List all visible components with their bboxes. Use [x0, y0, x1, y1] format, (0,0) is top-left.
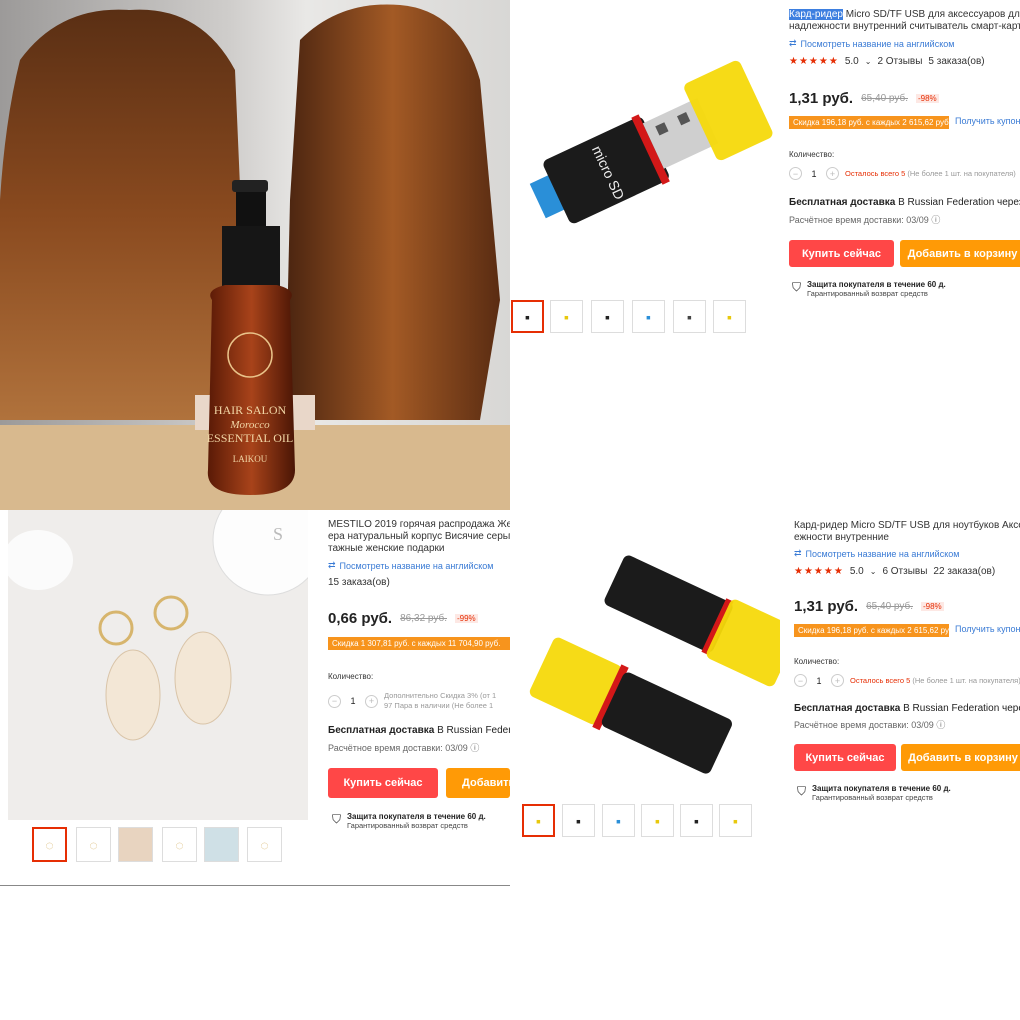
minus-icon: − — [328, 694, 341, 708]
translate-icon: ⇄ — [794, 548, 802, 558]
translate-link[interactable]: ⇄ Посмотреть название на английском — [328, 560, 493, 571]
quantity-label: Количество: — [328, 672, 374, 681]
quantity-stepper[interactable]: −1 + Дополнительно Скидка 3% (от 1 97 Пара… — [328, 691, 496, 711]
shield-icon: ⛉ — [797, 784, 807, 798]
price-row: 1,31 руб. 65,40 руб. -98% — [789, 90, 939, 107]
translate-icon: ⇄ — [789, 38, 797, 48]
product-title: MESTILO 2019 горячая распродажа Женские … — [328, 519, 510, 554]
thumbnail-2[interactable]: ◌ — [76, 827, 111, 862]
product-card-reader-1: micro SD ▪ ▪ ▪ ▪ ▪ ▪ Кард-ридер Micro SD… — [510, 0, 1020, 510]
plus-icon: + — [826, 167, 839, 180]
translate-link[interactable]: ⇄ Посмотреть название на английском — [794, 548, 959, 559]
star-rating-icon: ★★★★★ — [794, 566, 844, 577]
hair-right — [285, 4, 500, 420]
help-icon: ⓘ — [931, 215, 941, 225]
product-main-image — [529, 555, 780, 774]
rating-row: ★★★★★ 5.0 ⌄ 6 Отзывы 22 заказа(ов) — [794, 566, 996, 577]
pump-head — [236, 188, 266, 226]
thumbnail-2[interactable]: ▪ — [550, 300, 583, 333]
orders-count: 15 заказа(ов) — [328, 577, 390, 588]
product-card-reader-2: ▪ ▪ ▪ ▪ ▪ ▪ Кард-ридер Micro SD/TF USB д… — [510, 510, 1020, 1020]
quantity-value: 1 — [811, 168, 817, 179]
shipping-info: Бесплатная доставка В Russian Federat — [328, 725, 510, 736]
bottle-brand: LAIKOU — [233, 454, 268, 464]
chevron-down-icon: ⌄ — [864, 57, 872, 66]
quantity-stepper[interactable]: −1 + Осталось всего 5 (Не более 1 шт. на … — [794, 674, 1020, 687]
product-main-image: micro SD — [529, 60, 773, 224]
minus-icon: − — [789, 167, 802, 180]
plus-icon: + — [831, 674, 844, 687]
quantity-value: 1 — [816, 675, 822, 686]
get-coupon-link[interactable]: Получить купоны — [955, 116, 1020, 126]
thumbnail-6[interactable]: ▪ — [713, 300, 746, 333]
plus-icon: + — [365, 694, 378, 708]
reviews-link[interactable]: 2 Отзывы — [877, 56, 922, 67]
translate-link[interactable]: ⇄ Посмотреть название на английском — [789, 38, 954, 49]
thumbnail-5[interactable]: ▪ — [680, 804, 713, 837]
promo-bar: Скидка 196,18 руб. с каждых 2 615,62 руб… — [794, 624, 949, 637]
hair-oil-ad: HAIR SALON Morocco ESSENTIAL OIL LAIKOU — [0, 0, 510, 510]
svg-text:S: S — [273, 524, 283, 544]
thumbnail-5[interactable]: ▪ — [673, 300, 706, 333]
buy-now-button[interactable]: Купить сейчас — [794, 744, 896, 771]
thumbnail-1[interactable]: ▪ — [511, 300, 544, 333]
delivery-time: Расчётное время доставки: 03/09 ⓘ — [328, 743, 480, 753]
quantity-stepper[interactable]: −1 + Осталось всего 5 (Не более 1 шт. на … — [789, 167, 1016, 180]
product-title: Кард-ридер Micro SD/TF USB для аксессуар… — [789, 9, 1020, 32]
thumbnail-4[interactable]: ◌ — [162, 827, 197, 862]
delivery-time: Расчётное время доставки: 03/09 ⓘ — [794, 720, 946, 730]
buy-now-button[interactable]: Купить сейчас — [789, 240, 894, 267]
add-to-cart-button[interactable]: Добавить в корзину — [900, 240, 1020, 267]
bottle-label-1: HAIR SALON — [214, 403, 287, 417]
buy-now-button[interactable]: Купить сейчас — [328, 768, 438, 798]
thumbnail-3[interactable] — [118, 827, 153, 862]
add-to-cart-button[interactable]: Добавить — [446, 768, 510, 798]
quantity-label: Количество: — [794, 657, 840, 666]
product-earrings: S ◌ ◌ ◌ ◌ MESTILO 2019 горячая распродаж… — [0, 510, 510, 1020]
get-coupon-link[interactable]: Получить купоны — [955, 624, 1020, 634]
promo-bar: Скидка 196,18 руб. с каждых 2 615,62 руб… — [789, 116, 949, 129]
product-title: Кард-ридер Micro SD/TF USB для ноутбуков… — [794, 520, 1020, 543]
thumbnail-1[interactable]: ▪ — [522, 804, 555, 837]
thumbnail-4[interactable]: ▪ — [641, 804, 674, 837]
bottle-label-3: ESSENTIAL OIL — [207, 431, 294, 445]
buyer-protection: ⛉ Защита покупателя в течение 60 д. Гаран… — [792, 280, 946, 298]
star-rating-icon: ★★★★★ — [789, 56, 839, 67]
price-row: 0,66 руб. 86,32 руб. -99% — [328, 610, 478, 627]
rating-row: ★★★★★ 5.0 ⌄ 2 Отзывы 5 заказа(ов) — [789, 56, 985, 67]
thumbnail-3[interactable]: ▪ — [602, 804, 635, 837]
delivery-time: Расчётное время доставки: 03/09 ⓘ — [789, 215, 941, 225]
product-main-image: S — [8, 510, 308, 820]
shield-icon: ⛉ — [332, 812, 342, 826]
thumbnail-3[interactable]: ▪ — [591, 300, 624, 333]
help-icon: ⓘ — [936, 720, 946, 730]
quantity-value: 1 — [350, 696, 356, 706]
thumbnail-5[interactable] — [204, 827, 239, 862]
translate-icon: ⇄ — [328, 560, 336, 570]
thumbnail-6[interactable]: ◌ — [247, 827, 282, 862]
shield-icon: ⛉ — [792, 280, 802, 294]
promo-bar: Скидка 1 307,81 руб. с каждых 11 704,90 … — [328, 637, 510, 650]
add-to-cart-button[interactable]: Добавить в корзину — [901, 744, 1020, 771]
thumbnail-4[interactable]: ▪ — [632, 300, 665, 333]
hair-oil-illustration: HAIR SALON Morocco ESSENTIAL OIL LAIKOU — [0, 4, 510, 510]
reviews-link[interactable]: 6 Отзывы — [882, 566, 927, 577]
thumbnail-1[interactable]: ◌ — [32, 827, 67, 862]
thumbnail-2[interactable]: ▪ — [562, 804, 595, 837]
quantity-label: Количество: — [789, 150, 835, 159]
shipping-info: Бесплатная доставка В Russian Federation… — [794, 703, 1020, 714]
buyer-protection: ⛉ Защита покупателя в течение 60 д. Гаран… — [797, 784, 951, 802]
chevron-down-icon: ⌄ — [869, 567, 877, 576]
divider — [0, 885, 510, 886]
bottle-label-2: Morocco — [229, 419, 270, 431]
thumbnail-6[interactable]: ▪ — [719, 804, 752, 837]
bottle-collar — [222, 226, 280, 291]
price-row: 1,31 руб. 65,40 руб. -98% — [794, 598, 944, 615]
help-icon: ⓘ — [470, 743, 480, 753]
shipping-info: Бесплатная доставка В Russian Federation… — [789, 197, 1020, 208]
buyer-protection: ⛉ Защита покупателя в течение 60 д. Гаран… — [332, 812, 486, 830]
minus-icon: − — [794, 674, 807, 687]
